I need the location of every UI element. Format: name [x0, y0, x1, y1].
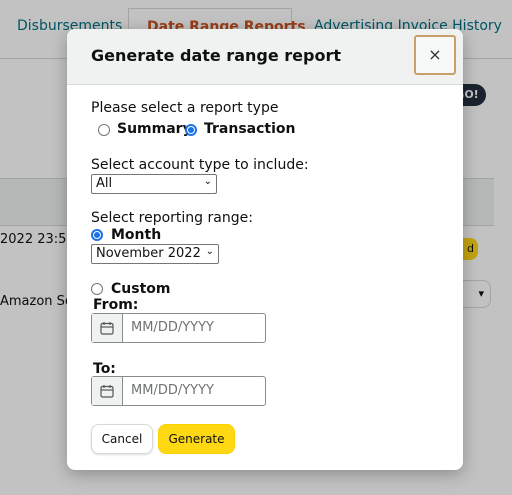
account-type-select[interactable]: All ⌄: [91, 174, 217, 194]
chevron-down-icon: ⌄: [205, 246, 214, 257]
modal-title: Generate date range report: [91, 46, 341, 65]
month-select[interactable]: November 2022 ⌄: [91, 244, 219, 264]
radio-summary-label[interactable]: Summary: [117, 121, 192, 137]
account-type-label: Select account type to include:: [91, 157, 309, 173]
from-label: From:: [93, 297, 139, 313]
report-type-label: Please select a report type: [91, 100, 279, 116]
radio-summary[interactable]: [98, 124, 110, 136]
radio-transaction[interactable]: [185, 124, 197, 136]
radio-month-label[interactable]: Month: [111, 227, 161, 243]
chevron-down-icon: ⌄: [203, 176, 212, 187]
calendar-button[interactable]: [92, 377, 123, 405]
close-button[interactable]: ×: [414, 35, 456, 75]
radio-custom[interactable]: [91, 283, 103, 295]
to-date-input[interactable]: MM/DD/YYYY: [131, 383, 214, 398]
generate-report-modal: Generate date range report × Please sele…: [67, 29, 463, 470]
radio-month[interactable]: [91, 229, 103, 241]
account-type-value: All: [96, 176, 113, 191]
close-icon: ×: [428, 45, 442, 64]
from-date-input[interactable]: MM/DD/YYYY: [131, 320, 214, 335]
cancel-button[interactable]: Cancel: [91, 424, 153, 454]
radio-transaction-label[interactable]: Transaction: [204, 121, 296, 137]
generate-button[interactable]: Generate: [158, 424, 235, 454]
calendar-button[interactable]: [92, 314, 123, 342]
month-value: November 2022: [96, 246, 201, 261]
from-date-field[interactable]: MM/DD/YYYY: [91, 313, 266, 343]
to-label: To:: [93, 361, 116, 377]
modal-header: Generate date range report ×: [67, 29, 463, 85]
calendar-icon: [100, 322, 114, 335]
to-date-field[interactable]: MM/DD/YYYY: [91, 376, 266, 406]
calendar-icon: [100, 385, 114, 398]
reporting-range-label: Select reporting range:: [91, 210, 253, 226]
radio-custom-label[interactable]: Custom: [111, 281, 170, 297]
